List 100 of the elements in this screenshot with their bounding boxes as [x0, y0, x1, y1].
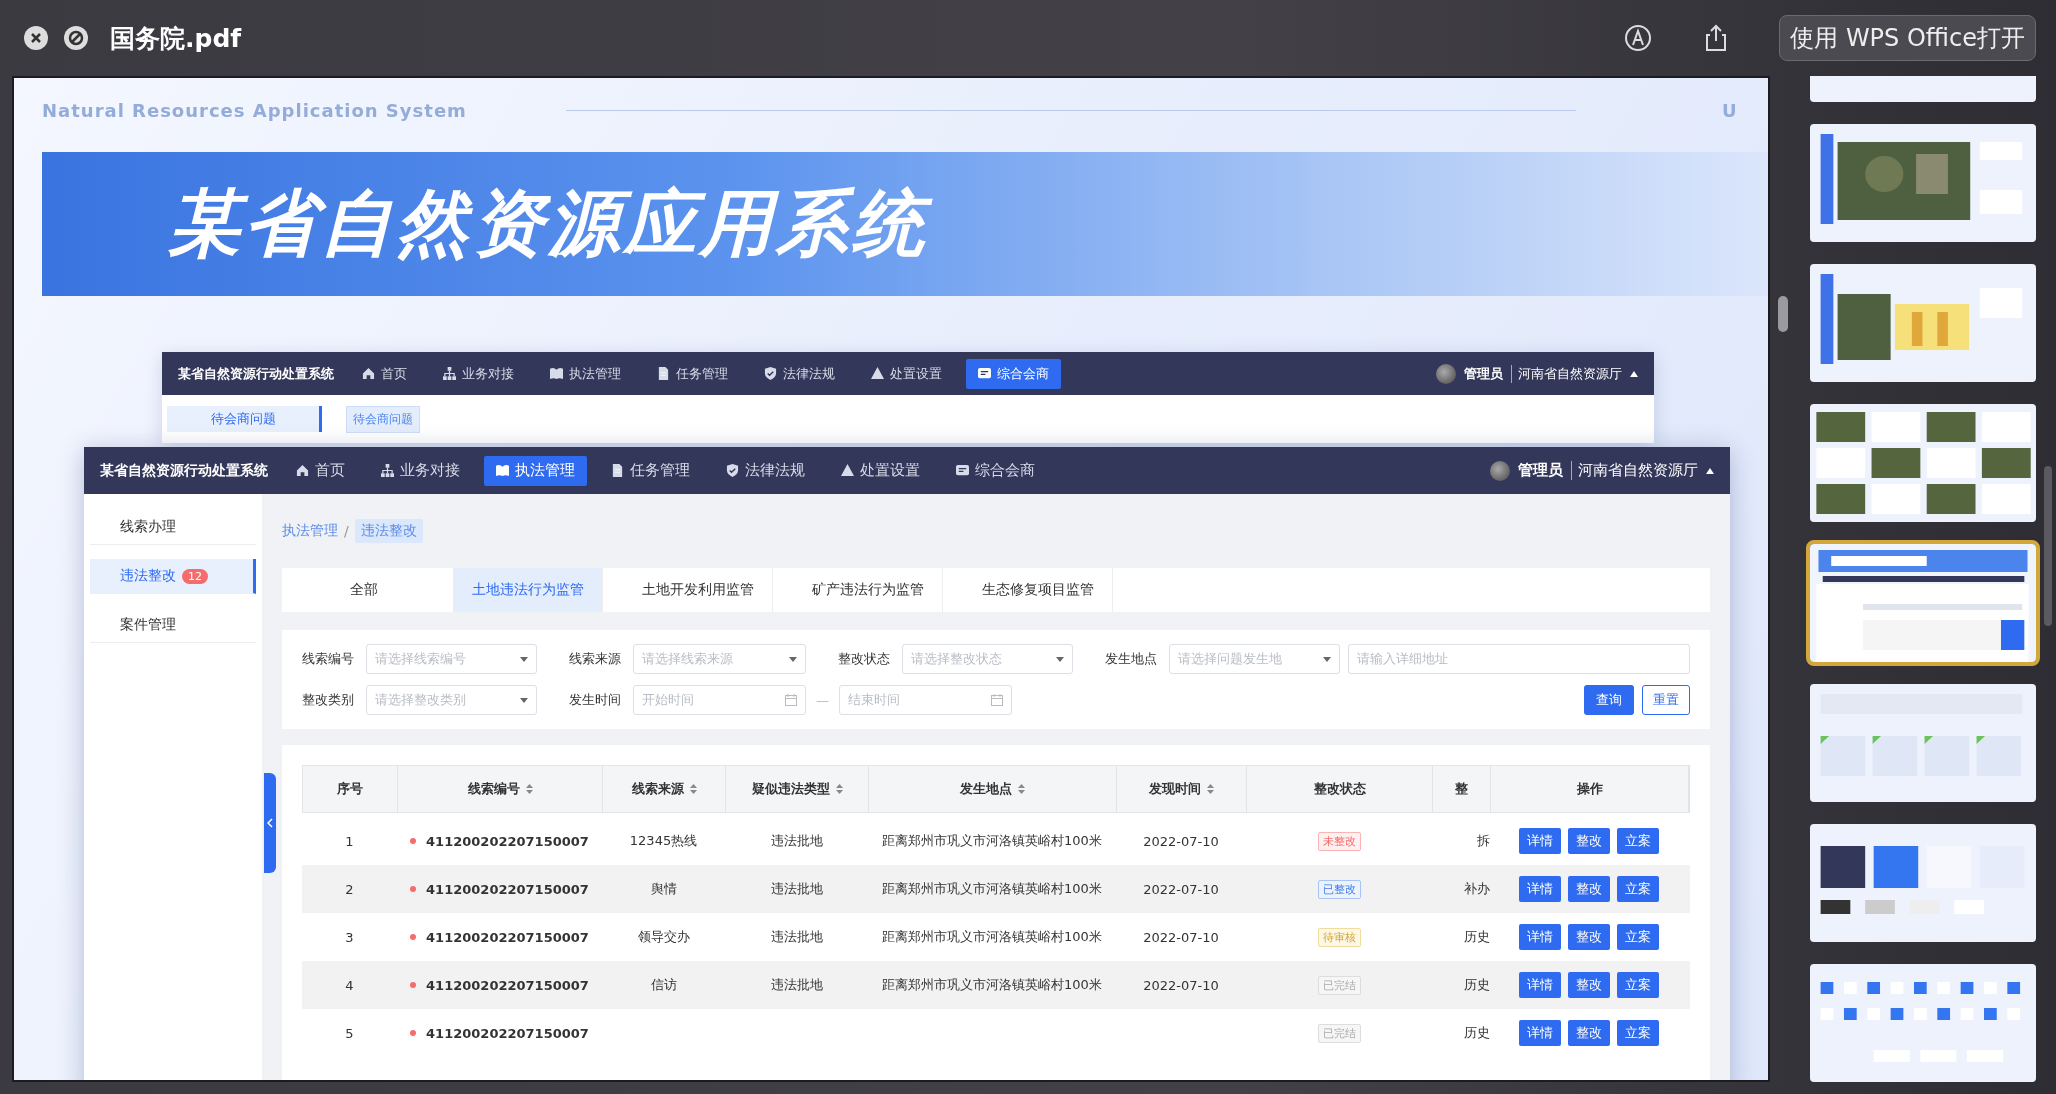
sort-icon[interactable] [1207, 784, 1214, 794]
document-icon [657, 367, 670, 380]
close-icon[interactable] [24, 26, 48, 50]
table-cell: 411200202207150007 [426, 977, 589, 993]
nav-item[interactable]: 综合会商 [966, 358, 1061, 389]
org-name: 河南省自然资源厅 [1511, 364, 1622, 383]
collapse-handle[interactable] [264, 773, 276, 873]
search-button[interactable]: 查询 [1584, 685, 1634, 715]
book-icon [496, 464, 509, 477]
nav-item[interactable]: 综合会商 [944, 455, 1047, 486]
scrollbar-thumb[interactable] [1778, 296, 1788, 332]
dropdown-icon [520, 656, 528, 662]
window-title: 国务院.pdf [110, 22, 242, 55]
nav-item[interactable]: 处置设置 [859, 358, 954, 389]
sort-icon[interactable] [1018, 784, 1025, 794]
action-button[interactable]: 立案 [1617, 828, 1659, 854]
action-button[interactable]: 整改 [1568, 1020, 1610, 1046]
table-cell-text: 距离郑州市巩义市河洛镇英峪村100米 [881, 976, 1103, 994]
nav-item[interactable]: 法律法规 [714, 455, 817, 486]
range-separator: — [816, 692, 829, 708]
action-button[interactable]: 详情 [1519, 1020, 1561, 1046]
org-name: 河南省自然资源厅 [1571, 461, 1698, 480]
status-dot-icon [410, 838, 417, 844]
action-button[interactable]: 整改 [1568, 972, 1610, 998]
markup-icon[interactable] [1623, 23, 1654, 53]
nav-item[interactable]: 处置设置 [829, 455, 932, 486]
status-tag: 未整改 [1317, 831, 1361, 851]
sort-icon[interactable] [525, 784, 533, 794]
table-cell-text: 违法批地 [769, 832, 824, 850]
action-button[interactable]: 详情 [1519, 828, 1561, 854]
column-header: 发现时间 [1149, 780, 1201, 798]
tab[interactable]: 全部 [282, 568, 445, 612]
nav-item[interactable]: 首页 [350, 358, 419, 389]
warning-icon [871, 367, 884, 380]
filter-label: 发生地点 [1105, 650, 1157, 668]
action-button[interactable]: 整改 [1568, 924, 1610, 950]
sidebar-item[interactable]: 线索办理 [90, 510, 256, 545]
table-cell-text: 历史 [1463, 976, 1490, 994]
page-thumbnail[interactable] [1806, 540, 2040, 666]
action-button[interactable]: 详情 [1519, 924, 1561, 950]
table-cell-text: 信访 [649, 976, 678, 994]
tab[interactable]: 土地开发利用监管 [623, 568, 773, 612]
blocked-icon[interactable] [64, 26, 88, 50]
breadcrumb-tag[interactable]: 待会商问题 [346, 405, 420, 433]
status-dot-icon [410, 934, 417, 940]
sitemap-icon [443, 367, 456, 380]
chat-icon [956, 464, 969, 477]
action-button[interactable]: 立案 [1617, 876, 1659, 902]
system-title: 某省自然资源行动处置系统 [100, 461, 269, 480]
action-button[interactable]: 详情 [1519, 972, 1561, 998]
avatar-icon [1490, 460, 1510, 481]
sitemap-icon [381, 464, 394, 477]
status-dot-icon [410, 1030, 417, 1036]
sidebar-item[interactable]: 案件管理 [90, 608, 256, 643]
caret-icon[interactable] [1706, 467, 1714, 474]
sort-icon[interactable] [835, 784, 843, 794]
nav-item[interactable]: 执法管理 [484, 455, 587, 486]
filter-label: 线索来源 [569, 650, 621, 668]
sidebar-item[interactable]: 待会商问题 [167, 406, 322, 432]
table-cell-text: 5 [344, 1025, 355, 1041]
status-dot-icon [410, 886, 417, 892]
table-cell-text: 违法批地 [769, 880, 824, 898]
nav-item[interactable]: 执法管理 [538, 358, 633, 389]
action-button[interactable]: 立案 [1617, 924, 1659, 950]
table-cell-text: 领导交办 [636, 928, 691, 946]
scrollbar-thumb[interactable] [2044, 466, 2052, 626]
table-cell: 411200202207150007 [426, 929, 589, 945]
home-icon [362, 367, 375, 380]
tab[interactable]: 生态修复项目监管 [963, 568, 1113, 612]
table-cell-text: 3 [344, 929, 355, 945]
breadcrumb-link[interactable]: 执法管理 [282, 522, 338, 540]
table-cell: 411200202207150007 [426, 1025, 589, 1041]
sidebar-item[interactable]: 违法整改 12 [90, 559, 256, 594]
calendar-icon [991, 694, 1003, 706]
filter-label: 线索编号 [302, 650, 354, 668]
home-icon [296, 464, 309, 477]
action-button[interactable]: 立案 [1617, 972, 1659, 998]
action-button[interactable]: 立案 [1617, 1020, 1659, 1046]
table-cell-text: 2022-07-10 [1142, 881, 1220, 897]
caret-icon[interactable] [1630, 370, 1638, 377]
status-tag: 已整改 [1317, 879, 1361, 899]
nav-item[interactable]: 法律法规 [752, 358, 847, 389]
open-with-button[interactable]: 使用 WPS Office打开 [1779, 15, 2036, 61]
warning-icon [841, 464, 854, 477]
nav-item[interactable]: 业务对接 [369, 455, 472, 486]
slide-subtitle: Natural Resources Application System [42, 99, 468, 121]
nav-item[interactable]: 首页 [284, 455, 357, 486]
action-button[interactable]: 详情 [1519, 876, 1561, 902]
breadcrumb-separator: / [344, 523, 349, 539]
tab[interactable]: 土地违法行为监管 [453, 568, 603, 612]
tab[interactable]: 矿产违法行为监管 [793, 568, 943, 612]
sort-icon[interactable] [689, 784, 697, 794]
document-icon [611, 464, 624, 477]
nav-item[interactable]: 任务管理 [599, 455, 702, 486]
nav-item[interactable]: 业务对接 [431, 358, 526, 389]
reset-button[interactable]: 重置 [1642, 685, 1690, 715]
action-button[interactable]: 整改 [1568, 828, 1610, 854]
action-button[interactable]: 整改 [1568, 876, 1610, 902]
nav-item[interactable]: 任务管理 [645, 358, 740, 389]
system-title: 某省自然资源行动处置系统 [178, 364, 335, 383]
